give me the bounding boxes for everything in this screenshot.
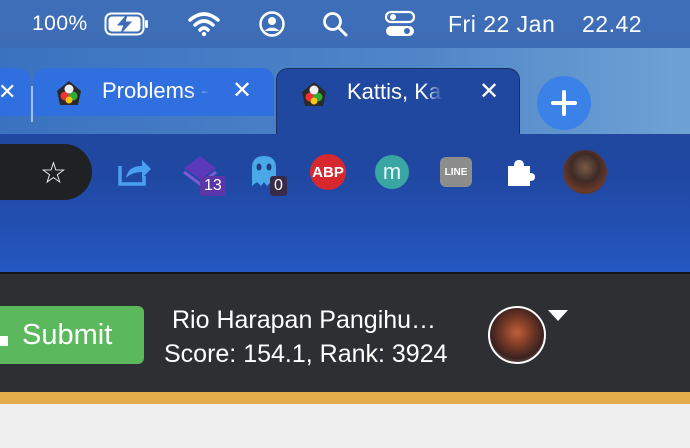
search-icon[interactable]: [322, 0, 348, 48]
user-avatar[interactable]: [488, 306, 546, 364]
submit-label: Submit: [22, 318, 113, 351]
score-rank: Score: 154.1, Rank: 3924: [164, 340, 448, 368]
adblock-plus-label: ABP: [310, 154, 346, 190]
mendeley-label: m: [375, 155, 409, 189]
ghostery-badge: 0: [270, 176, 287, 196]
bookmark-star-icon[interactable]: ☆: [40, 156, 67, 191]
header-accent-bar: [0, 392, 690, 404]
mendeley-icon[interactable]: m: [372, 152, 412, 192]
close-icon[interactable]: ✕: [0, 79, 16, 105]
tab-separator: [31, 86, 33, 122]
caret-down-icon[interactable]: [548, 310, 568, 321]
page-content: [0, 404, 690, 448]
tab-problems[interactable]: Problems - ✕: [34, 68, 274, 116]
new-tab-button[interactable]: [537, 76, 591, 130]
tab-strip: ✕ Problems - ✕ Kattis, Kattis ✕: [0, 48, 690, 134]
battery-charging-icon[interactable]: [104, 0, 150, 48]
line-icon[interactable]: LINE: [436, 152, 476, 192]
address-bar[interactable]: ☆: [0, 144, 92, 200]
user-circle-icon[interactable]: [258, 0, 286, 48]
control-center-icon[interactable]: [384, 0, 416, 48]
menu-date[interactable]: Fri 22 Jan: [448, 0, 555, 48]
menu-time[interactable]: 22.42: [582, 0, 642, 48]
tab-title: Kattis, Kattis: [347, 79, 443, 104]
puzzle-extensions-icon[interactable]: [500, 152, 540, 192]
wifi-icon[interactable]: [188, 0, 220, 48]
kattis-header: Submit Rio Harapan Pangihu… Score: 154.1…: [0, 274, 690, 392]
tab-kattis[interactable]: Kattis, Kattis ✕: [276, 68, 520, 134]
tab-title: Problems -: [102, 78, 209, 103]
plus-icon: [551, 90, 577, 116]
user-name[interactable]: Rio Harapan Pangihu…: [172, 306, 436, 335]
close-icon[interactable]: ✕: [232, 77, 252, 105]
browser-profile-avatar[interactable]: [563, 150, 607, 194]
submit-button[interactable]: Submit: [0, 306, 144, 364]
menu-bar: 100% Fri 22 Jan 22.42: [0, 0, 690, 48]
line-label: LINE: [440, 157, 472, 187]
kattis-favicon-icon: [302, 82, 326, 106]
kattis-favicon-icon: [57, 81, 81, 105]
stackedit-badge: 13: [200, 176, 226, 196]
close-icon[interactable]: ✕: [479, 78, 499, 106]
submit-icon: [0, 336, 8, 346]
share-icon[interactable]: [114, 152, 154, 192]
adblock-plus-icon[interactable]: ABP: [308, 152, 348, 192]
tab-previous[interactable]: ✕: [0, 68, 30, 116]
battery-percent: 100%: [32, 12, 88, 35]
